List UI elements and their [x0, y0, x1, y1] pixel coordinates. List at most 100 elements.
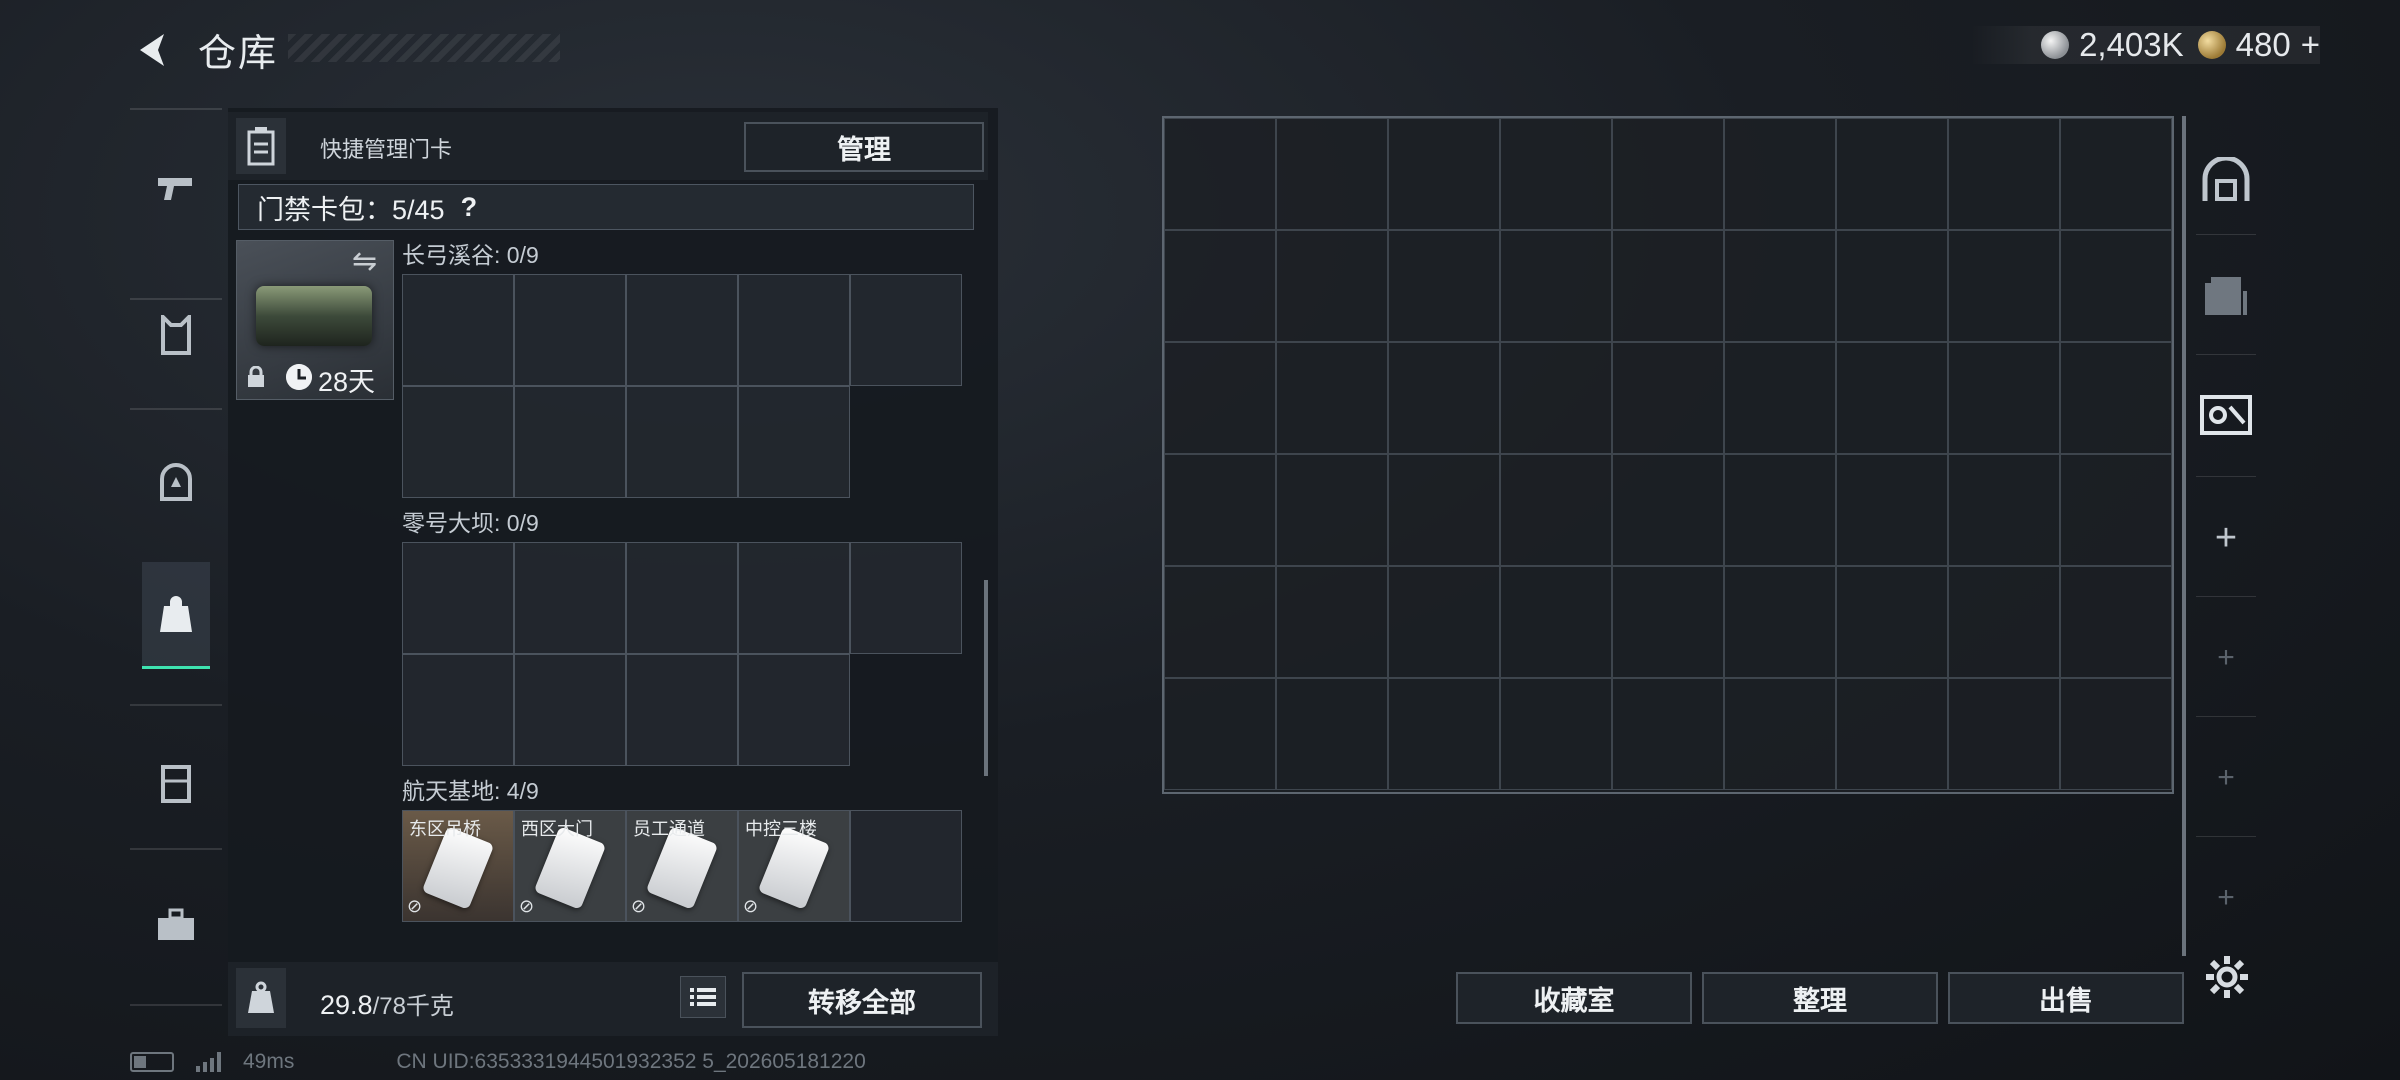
stash-slot[interactable]	[1276, 118, 1388, 230]
right-nav-keycard[interactable]	[2196, 384, 2256, 444]
stash-slot[interactable]	[1164, 454, 1276, 566]
stash-slot[interactable]	[1500, 230, 1612, 342]
stash-slot[interactable]	[1836, 230, 1948, 342]
stash-slot[interactable]	[1724, 342, 1836, 454]
stash-slot[interactable]	[1836, 118, 1948, 230]
stash-slot[interactable]	[1836, 678, 1948, 790]
key-slot[interactable]	[402, 542, 514, 654]
collection-room-button[interactable]: 收藏室	[1456, 972, 1692, 1024]
stash-slot[interactable]	[1500, 678, 1612, 790]
transfer-all-button[interactable]: 转移全部	[742, 972, 982, 1028]
stash-slot[interactable]	[1948, 566, 2060, 678]
key-card-item[interactable]: 中控三楼 ⊘	[738, 810, 850, 922]
add-storage-button[interactable]: +	[2196, 508, 2256, 568]
stash-slot[interactable]	[1500, 342, 1612, 454]
stash-slot[interactable]	[1388, 342, 1500, 454]
swap-icon[interactable]: ⇋	[352, 244, 377, 279]
add-currency-button[interactable]: +	[2301, 26, 2320, 64]
sidebar-item-toolbox[interactable]	[142, 880, 210, 970]
stash-slot[interactable]	[1724, 230, 1836, 342]
stash-slot[interactable]	[2060, 118, 2172, 230]
manage-button[interactable]: 管理	[744, 122, 984, 172]
stash-slot[interactable]	[1612, 118, 1724, 230]
key-slot[interactable]	[738, 542, 850, 654]
key-slot[interactable]	[402, 274, 514, 386]
stash-slot[interactable]	[1276, 342, 1388, 454]
key-card-item[interactable]: 员工通道 ⊘	[626, 810, 738, 922]
stash-slot[interactable]	[1164, 230, 1276, 342]
stash-slot[interactable]	[1164, 566, 1276, 678]
key-card-item[interactable]: 西区大门 ⊘	[514, 810, 626, 922]
stash-scrollbar[interactable]	[2182, 116, 2186, 956]
key-slot[interactable]	[514, 386, 626, 498]
stash-slot[interactable]	[1388, 678, 1500, 790]
key-slot[interactable]	[850, 274, 962, 386]
stash-slot[interactable]	[1724, 678, 1836, 790]
back-arrow-icon[interactable]	[130, 28, 174, 72]
right-nav-vault[interactable]	[2196, 150, 2256, 210]
stash-slot[interactable]	[1276, 566, 1388, 678]
sort-button[interactable]: 整理	[1702, 972, 1938, 1024]
stash-slot[interactable]	[2060, 230, 2172, 342]
list-view-button[interactable]	[680, 976, 726, 1018]
key-slot[interactable]	[738, 386, 850, 498]
stash-slot[interactable]	[1388, 230, 1500, 342]
stash-slot[interactable]	[1724, 454, 1836, 566]
sell-button[interactable]: 出售	[1948, 972, 2184, 1024]
keycard-scrollbar[interactable]	[984, 580, 988, 776]
stash-slot[interactable]	[1164, 118, 1276, 230]
sidebar-item-weapon[interactable]	[142, 144, 210, 234]
stash-slot[interactable]	[1948, 118, 2060, 230]
stash-slot[interactable]	[1388, 566, 1500, 678]
stash-slot[interactable]	[1836, 454, 1948, 566]
gold-currency[interactable]: 480 +	[2197, 26, 2320, 64]
help-button[interactable]: ?	[461, 192, 478, 223]
sidebar-item-backpack[interactable]	[142, 562, 210, 669]
stash-slot[interactable]	[1164, 678, 1276, 790]
settings-gear-icon[interactable]	[2204, 954, 2250, 1000]
stash-slot[interactable]	[1948, 230, 2060, 342]
stash-slot[interactable]	[1948, 342, 2060, 454]
sidebar-item-helmet[interactable]	[142, 438, 210, 528]
stash-slot[interactable]	[1388, 454, 1500, 566]
stash-slot[interactable]	[1500, 566, 1612, 678]
stash-slot[interactable]	[1612, 230, 1724, 342]
stash-slot[interactable]	[1836, 566, 1948, 678]
key-slot[interactable]	[850, 542, 962, 654]
key-slot[interactable]	[626, 654, 738, 766]
stash-slot[interactable]	[1388, 118, 1500, 230]
key-slot[interactable]	[514, 654, 626, 766]
stash-slot[interactable]	[1612, 566, 1724, 678]
key-slot[interactable]	[738, 274, 850, 386]
stash-slot[interactable]	[1500, 454, 1612, 566]
stash-slot[interactable]	[1276, 454, 1388, 566]
stash-slot[interactable]	[2060, 342, 2172, 454]
stash-slot[interactable]	[1724, 118, 1836, 230]
stash-slot[interactable]	[2060, 678, 2172, 790]
key-slot[interactable]	[402, 654, 514, 766]
key-card-item[interactable]: 东区吊桥 ⊘	[402, 810, 514, 922]
key-slot[interactable]	[514, 274, 626, 386]
stash-slot[interactable]	[1276, 230, 1388, 342]
key-slot[interactable]	[402, 386, 514, 498]
stash-slot[interactable]	[1276, 678, 1388, 790]
key-slot[interactable]	[850, 810, 962, 922]
stash-slot[interactable]	[1948, 454, 2060, 566]
stash-slot[interactable]	[1836, 342, 1948, 454]
stash-slot[interactable]	[1948, 678, 2060, 790]
sidebar-item-chest-rig[interactable]	[142, 738, 210, 828]
stash-slot[interactable]	[1500, 118, 1612, 230]
right-nav-storage[interactable]	[2196, 266, 2256, 326]
stash-slot[interactable]	[1724, 566, 1836, 678]
key-slot[interactable]	[738, 654, 850, 766]
sidebar-item-armor[interactable]	[142, 290, 210, 380]
stash-slot[interactable]	[2060, 566, 2172, 678]
key-slot[interactable]	[626, 542, 738, 654]
stash-slot[interactable]	[1612, 678, 1724, 790]
stash-slot[interactable]	[2060, 454, 2172, 566]
stash-slot[interactable]	[1612, 454, 1724, 566]
stash-slot[interactable]	[1612, 342, 1724, 454]
key-slot[interactable]	[626, 274, 738, 386]
key-slot[interactable]	[626, 386, 738, 498]
key-slot[interactable]	[514, 542, 626, 654]
